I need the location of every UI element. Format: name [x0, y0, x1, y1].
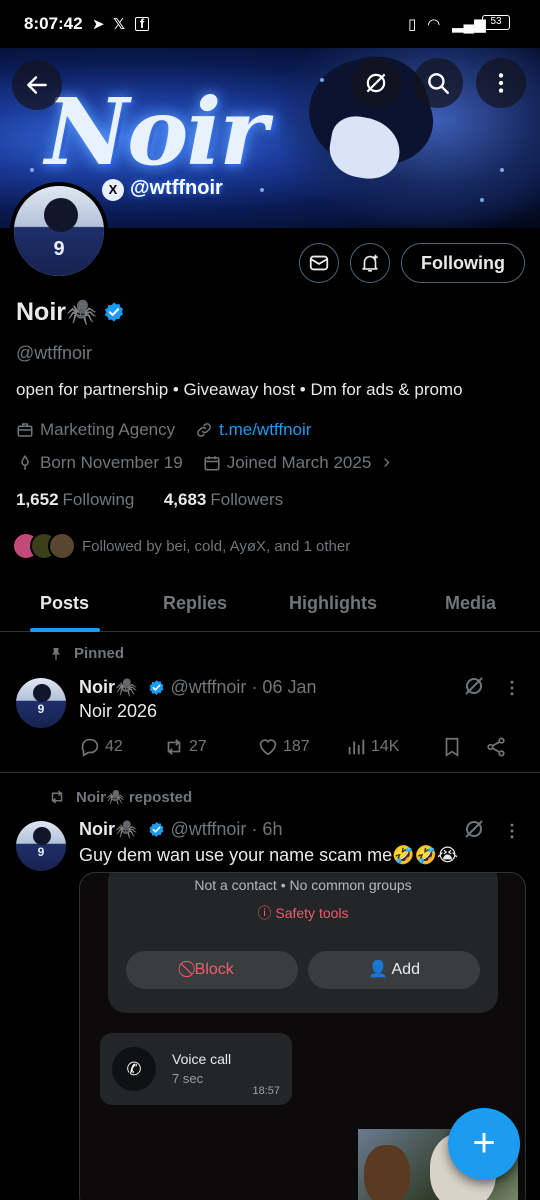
banner-title: Noir: [45, 78, 268, 186]
vibrate-icon: ▯: [408, 16, 417, 33]
avatar: [48, 532, 76, 560]
birthday-icon: [21, 454, 29, 470]
repost-icon: [51, 790, 63, 804]
tab-active-indicator: [30, 628, 100, 632]
pinned-label: Pinned: [48, 645, 124, 662]
calendar-icon: [204, 455, 220, 470]
verified-badge-icon: [149, 822, 164, 837]
post-avatar[interactable]: 9: [16, 678, 66, 728]
briefcase-icon: [17, 423, 33, 437]
block-button: ⃠ Block: [126, 951, 298, 989]
post-text: Guy dem wan use your name scam me🤣🤣😭: [79, 845, 458, 865]
wifi-icon: ◠: [428, 16, 440, 33]
chevron-right-icon[interactable]: ›: [383, 451, 390, 474]
views-button[interactable]: 14K: [345, 736, 441, 758]
add-person-icon: 👤: [368, 961, 388, 978]
verified-badge-icon: [105, 302, 124, 322]
grok-icon: [366, 73, 386, 93]
phone-icon: ✆: [112, 1047, 156, 1091]
not-contact-text: Not a contact • No common groups: [194, 877, 412, 893]
profile-born: Born November 19: [40, 452, 183, 472]
post-author-name[interactable]: Noir🕷️: [79, 819, 137, 839]
grok-icon[interactable]: [462, 674, 486, 698]
reply-button[interactable]: 42: [79, 736, 163, 758]
post-text: Noir 2026: [79, 701, 158, 721]
banner-handle: @wtffnoir: [130, 177, 223, 199]
profile-link[interactable]: t.me/wtffnoir: [219, 420, 311, 440]
post-header: Noir🕷️ @wtffnoir · 06 Jan: [79, 677, 316, 698]
add-contact-button: 👤 Add: [308, 951, 480, 989]
profile-meta-row-2: Born November 19 Joined March 2025 ›: [16, 451, 390, 474]
profile-joined: Joined March 2025: [226, 452, 372, 472]
repost-label: Noir🕷️ reposted: [48, 788, 192, 806]
bookmark-button[interactable]: [441, 736, 485, 758]
chat-safety-card: Not a contact • No common groups ⓘ Safet…: [108, 873, 498, 1013]
grok-button[interactable]: [351, 58, 401, 108]
post-actions: 42 27 187 14K: [79, 736, 519, 758]
profile-category: Marketing Agency: [40, 420, 176, 439]
tab-replies[interactable]: Replies: [163, 593, 227, 614]
verified-badge-icon: [149, 680, 164, 695]
back-button[interactable]: [12, 60, 62, 110]
voice-call-bubble: ✆ Voice call 7 sec 18:57: [100, 1033, 292, 1105]
views-icon: [348, 739, 365, 755]
plus-icon: +: [472, 1121, 496, 1165]
followed-by-text: Followed by bei, cold, AyøX, and 1 other: [82, 537, 351, 555]
search-button[interactable]: [413, 58, 463, 108]
pin-icon: [52, 647, 60, 660]
post-header: Noir🕷️ @wtffnoir · 6h: [79, 819, 282, 840]
x-logo-icon: X: [102, 179, 124, 201]
grok-icon[interactable]: [462, 817, 486, 841]
telegram-icon: ➤: [92, 16, 105, 33]
post-time: · 6h: [251, 819, 283, 839]
share-button[interactable]: [485, 736, 507, 758]
battery-icon: 53: [482, 15, 510, 30]
post-author-handle: @wtffnoir: [170, 677, 247, 697]
status-time: 8:07:42: [24, 14, 83, 33]
display-name: Noir🕷️: [16, 298, 125, 327]
repost-icon: [167, 739, 181, 755]
post-time: · 06 Jan: [251, 677, 317, 697]
more-vertical-icon[interactable]: [502, 676, 522, 700]
message-button[interactable]: [299, 243, 339, 283]
profile-tabs: Posts Replies Highlights Media: [0, 578, 540, 632]
profile-bio: open for partnership • Giveaway host • D…: [16, 380, 463, 399]
more-vertical-icon[interactable]: [502, 819, 522, 843]
profile-meta-row-1: Marketing Agency t.me/wtffnoir: [16, 420, 311, 440]
post-avatar[interactable]: 9: [16, 821, 66, 871]
link-icon: [197, 423, 212, 437]
mail-icon: [309, 255, 329, 271]
profile-handle: @wtffnoir: [16, 343, 92, 363]
post-divider: [0, 772, 540, 773]
bell-plus-icon: [362, 254, 378, 272]
signal-icon: ▂▄▆: [452, 16, 486, 33]
search-icon: [428, 73, 449, 94]
follow-counts: 1,652 Following 4,683 Followers: [16, 490, 283, 510]
followers-stat[interactable]: 4,683 Followers: [164, 490, 283, 509]
share-icon: [487, 737, 505, 757]
bookmark-icon: [445, 737, 459, 757]
arrow-left-icon: [27, 76, 47, 94]
tab-posts[interactable]: Posts: [40, 593, 89, 614]
compose-button[interactable]: +: [448, 1108, 520, 1180]
more-vertical-icon: [498, 73, 504, 93]
tab-highlights[interactable]: Highlights: [289, 593, 377, 614]
facebook-icon: f: [135, 17, 149, 31]
post-author-name[interactable]: Noir🕷️: [79, 677, 137, 697]
notifications-button[interactable]: [350, 243, 390, 283]
profile-avatar[interactable]: 9: [10, 182, 108, 280]
more-button[interactable]: [476, 58, 526, 108]
x-app-icon: 𝕏: [113, 16, 126, 33]
following-button[interactable]: Following: [401, 243, 525, 283]
post-author-handle: @wtffnoir: [170, 819, 247, 839]
status-bar: 8:07:42 ➤ 𝕏 f ▯ ◠ ▂▄▆ 53: [0, 0, 540, 48]
repost-button[interactable]: 27: [163, 736, 257, 758]
following-stat[interactable]: 1,652 Following: [16, 490, 134, 509]
reply-icon: [81, 738, 99, 757]
heart-icon: [259, 739, 277, 756]
tab-media[interactable]: Media: [445, 593, 496, 614]
safety-tools-link: ⓘ Safety tools: [257, 905, 349, 921]
like-button[interactable]: 187: [257, 736, 345, 758]
followed-by-row[interactable]: Followed by bei, cold, AyøX, and 1 other: [12, 532, 350, 560]
